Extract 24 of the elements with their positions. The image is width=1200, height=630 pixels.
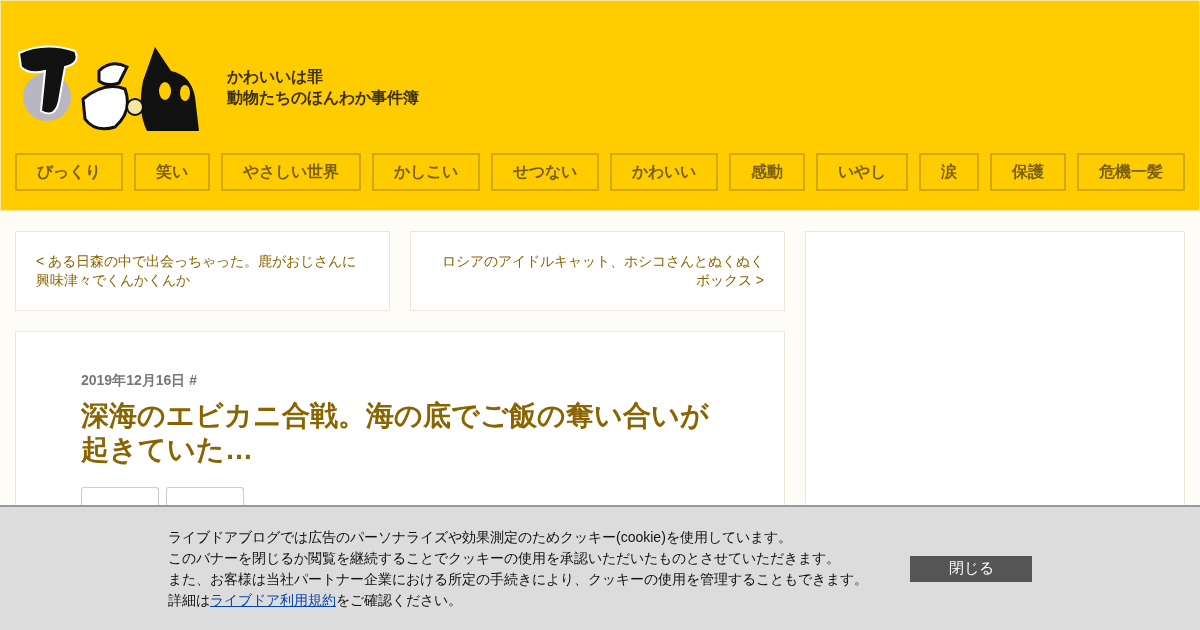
category-link[interactable]: かしこい <box>372 153 480 191</box>
category-link[interactable]: やさしい世界 <box>221 153 361 191</box>
previous-post-link[interactable]: < ある日森の中で出会っちゃった。鹿がおじさんに興味津々でくんかくんか <box>15 231 390 311</box>
cookie-notice-text: また、お客様は当社パートナー企業における所定の手続きにより、クッキーの使用を管理することもできます。 <box>168 569 868 589</box>
permalink[interactable]: # <box>189 370 198 391</box>
category-link[interactable]: 危機一髪 <box>1077 153 1185 191</box>
close-button[interactable]: 閉じる <box>910 555 1032 582</box>
site-tagline: かわいいは罪 <box>227 67 324 87</box>
category-link[interactable]: かわいい <box>610 153 718 191</box>
category-link[interactable]: 涙 <box>919 153 979 191</box>
cookie-notice-text: このバナーを閉じるか閲覧を継続することでクッキーの使用を承認いただいたものとさせていただきます。 <box>168 548 841 568</box>
cookie-notice-text: ライブドアブログでは広告のパーソナライズや効果測定のためクッキー(cookie)を使用しています。 <box>168 527 793 547</box>
category-link[interactable]: 笑い <box>134 153 210 191</box>
terms-link[interactable]: ライブドア利用規約 <box>210 591 336 608</box>
category-link[interactable]: 保護 <box>990 153 1066 191</box>
category-link[interactable]: せつない <box>491 153 599 191</box>
post-date: 2019年12月16日 <box>81 371 186 390</box>
site-tagline: 動物たちのほんわか事件簿 <box>227 88 419 108</box>
next-post-link[interactable]: ロシアのアイドルキャット、ホシコさんとぬくぬくボックス > <box>410 231 785 311</box>
category-link[interactable]: びっくり <box>15 153 123 191</box>
article-title: 深海のエビカニ合戦。海の底でご飯の奪い合いが起きていた… <box>81 399 710 467</box>
category-link[interactable]: 感動 <box>729 153 805 191</box>
category-link[interactable]: いやし <box>816 153 908 191</box>
cookie-notice-text: 詳細はライブドア利用規約をご確認ください。 <box>168 590 463 610</box>
